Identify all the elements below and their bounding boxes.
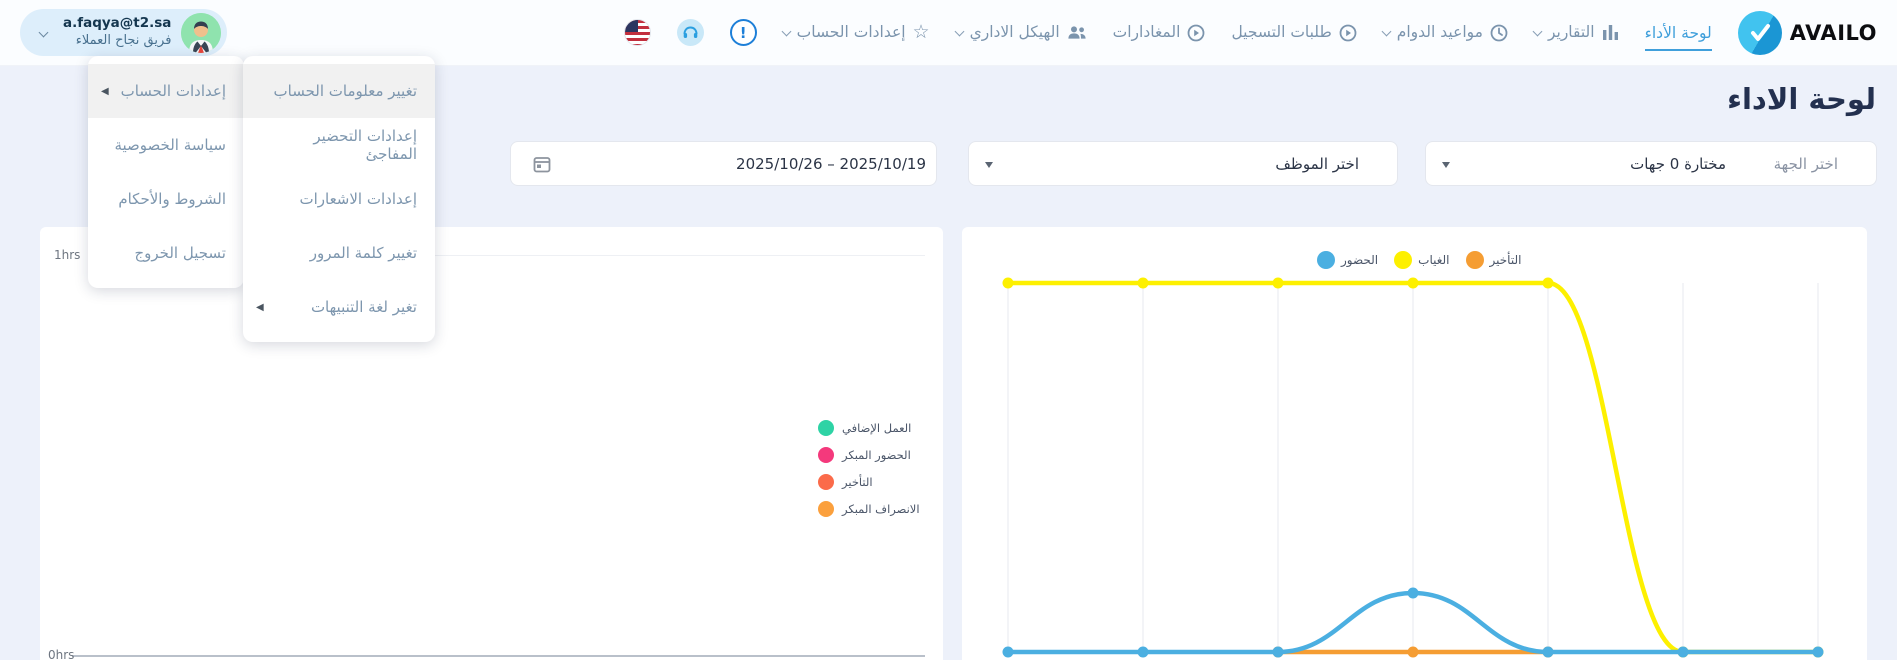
us-flag-icon[interactable] (623, 19, 651, 46)
caret-down-icon (985, 162, 993, 168)
page-title: لوحة الاداء (1727, 82, 1876, 116)
attendance-chart-card: الحضور الغياب التأخير (962, 227, 1867, 660)
nav-item-registration-requests[interactable]: طلبات التسجيل (1231, 23, 1357, 43)
attendance-line-chart[interactable] (962, 227, 1867, 660)
legend-dot (818, 420, 834, 436)
user-info: a.faqya@t2.sa فريق نجاح العملاء (63, 15, 171, 49)
data-point[interactable] (1407, 587, 1419, 599)
submenu-arrow-icon: ◀ (101, 85, 109, 97)
availo-logo-icon (1737, 10, 1782, 55)
brand-logo[interactable]: AVAILO (1737, 10, 1877, 55)
legend-dot (1465, 251, 1484, 269)
nav-item-account-settings[interactable]: ☆ إعدادات الحساب (781, 21, 930, 43)
submenu-item-change-account-info[interactable]: تغيير معلومات الحساب (243, 64, 435, 118)
legend-item[interactable]: الحضور (1317, 251, 1378, 269)
data-point[interactable] (1002, 277, 1014, 289)
nav-item-org-structure[interactable]: الهيكل الاداري (954, 23, 1087, 43)
data-point[interactable] (1272, 646, 1284, 658)
menu-item-privacy-policy[interactable]: سياسة الخصوصية (88, 118, 244, 172)
chevron-down-icon (954, 26, 965, 36)
legend-item[interactable]: التأخير (1465, 251, 1521, 269)
employee-filter-value: اختر الموظف (1275, 155, 1359, 173)
data-point[interactable] (1137, 646, 1149, 658)
caret-down-icon (1442, 162, 1450, 168)
data-point[interactable] (1137, 277, 1149, 289)
x-axis-line (72, 655, 925, 657)
calendar-icon (533, 155, 551, 177)
submenu-item-change-alerts-language[interactable]: تغير لغة التنبيهات ◀ (243, 280, 435, 334)
entity-filter-label: اختر الجهة (1773, 155, 1838, 173)
legend-dot (1394, 251, 1413, 269)
nav-item-departures[interactable]: المغادارات (1113, 23, 1206, 43)
nav-item-work-times[interactable]: مواعيد الدوام (1381, 23, 1508, 43)
user-email: a.faqya@t2.sa (63, 15, 172, 32)
legend-dot (818, 474, 834, 490)
data-point[interactable] (1407, 646, 1419, 658)
account-dropdown-menu: إعدادات الحساب ◀ سياسة الخصوصية الشروط و… (88, 56, 244, 288)
alert-circle-icon[interactable]: ! (729, 19, 757, 46)
submenu-arrow-icon: ◀ (256, 301, 264, 313)
play-circle-icon (1187, 24, 1205, 42)
menu-item-account-settings[interactable]: إعدادات الحساب ◀ (88, 64, 244, 118)
data-point[interactable] (1002, 646, 1014, 658)
date-range-value: 2025/10/26 – 2025/10/19 (736, 155, 926, 173)
account-settings-submenu: تغيير معلومات الحساب إعدادات التحضير الم… (243, 56, 435, 342)
employee-filter-select[interactable]: اختر الموظف (968, 141, 1398, 186)
date-range-picker[interactable]: 2025/10/26 – 2025/10/19 (510, 141, 937, 186)
user-profile-button[interactable]: a.faqya@t2.sa فريق نجاح العملاء (20, 9, 228, 56)
submenu-item-surprise-check-settings[interactable]: إعدادات التحضير المفاجئ (243, 118, 435, 172)
chevron-down-icon (1381, 26, 1392, 36)
hours-chart-legend: العمل الإضافي الحضور المبكر التأخير الان… (818, 420, 920, 517)
attendance-chart-legend: الحضور الغياب التأخير (1317, 251, 1521, 269)
hours-chart-card: 1hrs 0hrs العمل الإضافي الحضور المبكر ال… (40, 227, 943, 660)
legend-item[interactable]: التأخير (818, 474, 920, 490)
user-team: فريق نجاح العملاء (75, 32, 172, 48)
menu-item-logout[interactable]: تسجيل الخروج (88, 226, 244, 280)
legend-dot (818, 501, 834, 517)
data-point[interactable] (1272, 277, 1284, 289)
legend-item[interactable]: الانصراف المبكر (818, 501, 920, 517)
user-avatar (181, 12, 222, 53)
headset-icon[interactable] (676, 19, 704, 46)
play-circle-icon (1339, 24, 1357, 42)
star-icon: ☆ (912, 21, 930, 43)
legend-item[interactable]: الغياب (1394, 251, 1450, 269)
data-point[interactable] (1542, 646, 1554, 658)
people-icon (1067, 25, 1087, 41)
legend-dot (818, 447, 834, 463)
chevron-down-icon (781, 26, 792, 36)
y-axis-label-top: 1hrs (54, 248, 81, 262)
submenu-item-notification-settings[interactable]: إعدادات الاشعارات (243, 172, 435, 226)
submenu-item-change-password[interactable]: تغيير كلمة المرور (243, 226, 435, 280)
menu-item-terms-conditions[interactable]: الشروط والأحكام (88, 172, 244, 226)
chevron-down-icon (1532, 26, 1543, 36)
legend-dot (1317, 251, 1335, 269)
data-point[interactable] (1812, 646, 1824, 658)
y-axis-label-bottom: 0hrs (48, 648, 75, 660)
entity-filter-select[interactable]: اختر الجهة مختارة 0 جهات (1425, 141, 1877, 186)
bar-chart-icon (1602, 24, 1619, 41)
brand-name: AVAILO (1789, 20, 1877, 45)
nav-item-reports[interactable]: التقارير (1532, 23, 1619, 43)
data-point[interactable] (1677, 646, 1689, 658)
chevron-down-icon (38, 27, 49, 38)
clock-icon (1490, 24, 1508, 42)
entity-filter-value: مختارة 0 جهات (1630, 155, 1726, 173)
dashboard-page: AVAILO لوحة الأداء التقارير مواعيد الدوا… (0, 0, 1897, 660)
legend-item[interactable]: العمل الإضافي (818, 420, 920, 436)
legend-item[interactable]: الحضور المبكر (818, 447, 920, 463)
data-point[interactable] (1542, 277, 1554, 289)
nav-item-performance-dashboard[interactable]: لوحة الأداء (1644, 24, 1712, 51)
data-point[interactable] (1407, 277, 1419, 289)
